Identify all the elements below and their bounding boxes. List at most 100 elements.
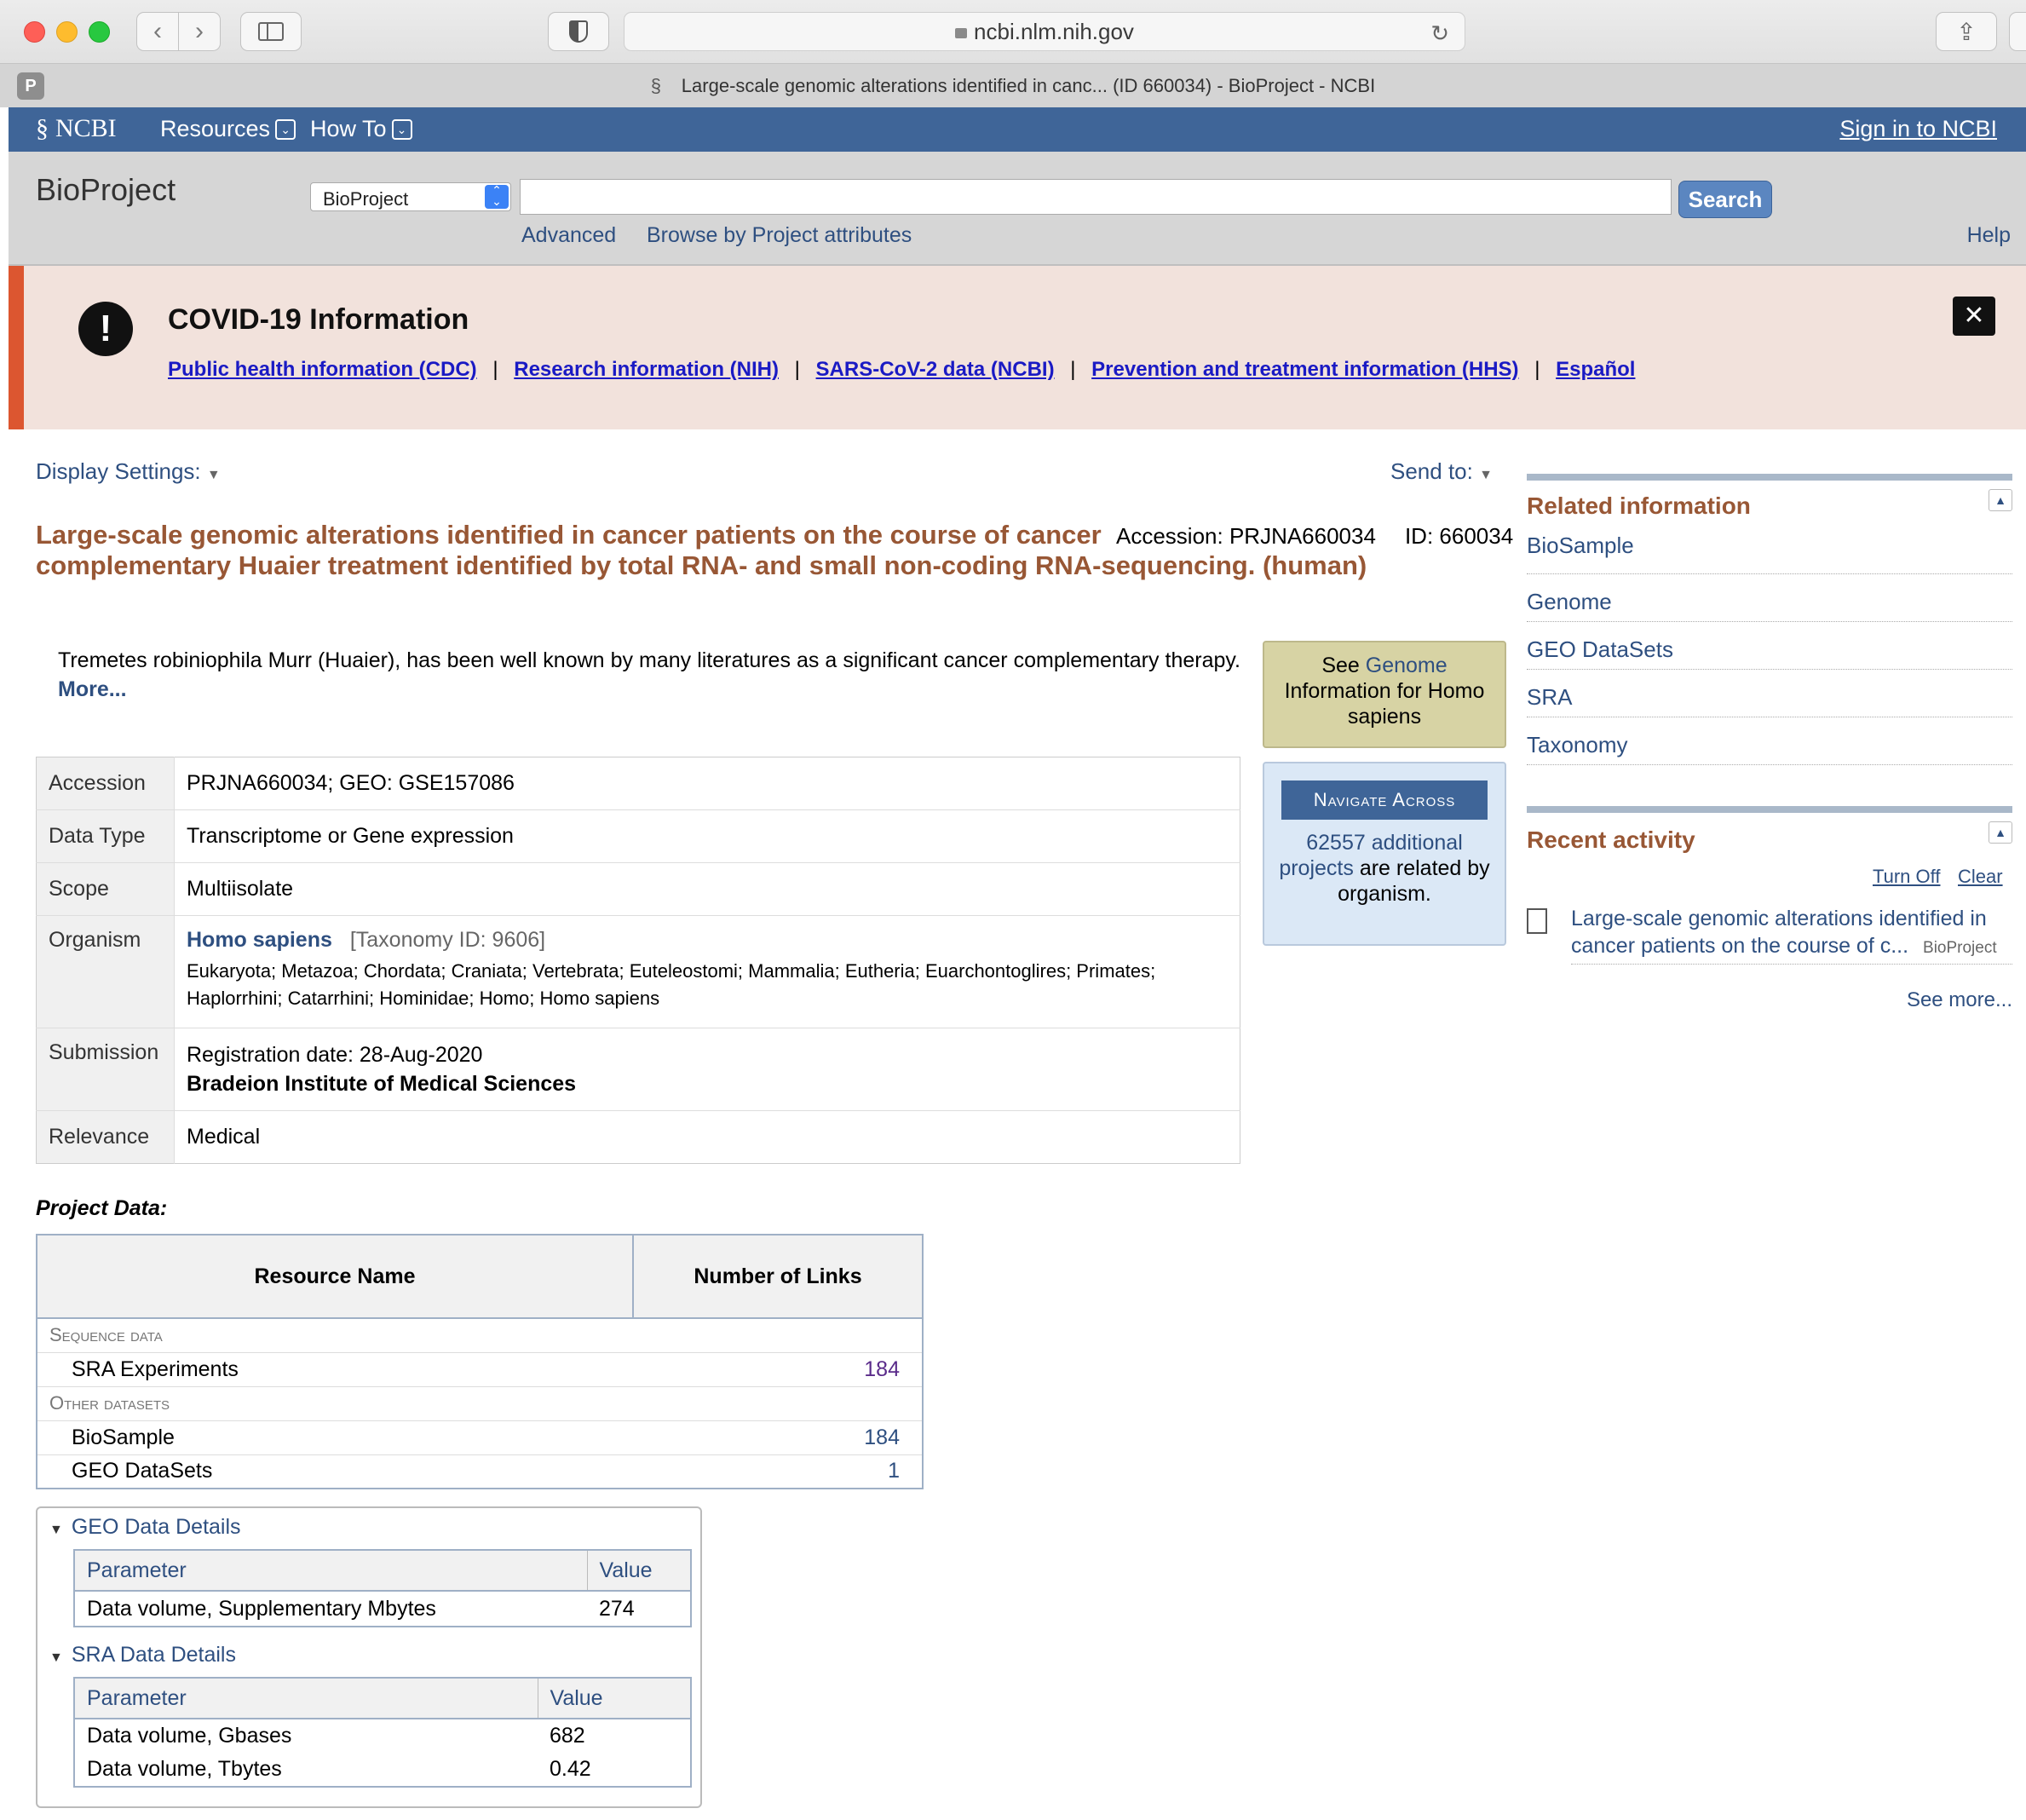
chevron-left-icon: ‹ [153, 17, 162, 45]
link-count[interactable]: 1 [633, 1454, 923, 1489]
address-text: ncbi.nlm.nih.gov [974, 18, 1134, 44]
signin-link[interactable]: Sign in to NCBI [1839, 116, 1997, 142]
ncbi-navbar: § NCBI Resources ⌄ How To ⌄ Sign in to NCBI [9, 107, 2026, 152]
sra-details-table: Parameter Value Data volume, Gbases 682 … [73, 1677, 692, 1788]
project-details-table: Accession PRJNA660034; GEO: GSE157086 Da… [36, 757, 1240, 1164]
alert-icon: ! [78, 302, 133, 356]
link-divider: | [1534, 358, 1540, 381]
triangle-down-icon: ▼ [49, 1523, 63, 1537]
reload-icon[interactable]: ↻ [1430, 20, 1449, 47]
lock-icon [955, 28, 968, 38]
database-select[interactable]: BioProject ⌃ ⌄ [310, 182, 511, 211]
help-link[interactable]: Help [1967, 223, 2011, 248]
more-link[interactable]: More... [58, 677, 127, 701]
tab-strip: P § Large-scale genomic alterations iden… [0, 63, 2026, 107]
collapse-related-button[interactable]: ▲ [1989, 489, 2012, 511]
submitting-institute: Bradeion Institute of Medical Sciences [187, 1072, 577, 1096]
geo-details-toggle[interactable]: ▼ GEO Data Details [49, 1515, 241, 1540]
details-row-scope: Scope Multiisolate [36, 862, 1240, 916]
covid-link-ncbi[interactable]: SARS-CoV-2 data (NCBI) [816, 358, 1055, 381]
document-icon [1527, 908, 1547, 934]
privacy-report-button[interactable] [548, 12, 609, 51]
related-info-title: Related information [1527, 492, 1751, 519]
section-row: Sequence data [37, 1318, 923, 1352]
geo-details-table: Parameter Value Data volume, Supplementa… [73, 1549, 692, 1627]
related-link-taxonomy[interactable]: Taxonomy [1527, 717, 2012, 765]
send-to-menu[interactable]: Send to: ▼ [1390, 458, 1493, 485]
navigate-header: Navigate Across [1281, 780, 1488, 820]
covid-link-hhs[interactable]: Prevention and treatment information (HH… [1091, 358, 1518, 381]
table-row: BioSample 184 [37, 1420, 923, 1454]
caret-up-icon: ▲ [1994, 493, 2006, 507]
covid-banner: ! COVID-19 Information Public health inf… [9, 266, 2026, 429]
genome-info-box: See Genome Information for Homo sapiens [1263, 641, 1506, 748]
genome-link[interactable]: Genome [1366, 654, 1448, 677]
turn-off-link[interactable]: Turn Off [1873, 866, 1940, 888]
address-bar[interactable]: ncbi.nlm.nih.gov ↻ [624, 12, 1465, 51]
link-count[interactable]: 184 [633, 1420, 923, 1454]
back-button[interactable]: ‹ [136, 12, 179, 51]
minimize-window-button[interactable] [56, 21, 78, 43]
related-link-geo-datasets[interactable]: GEO DataSets [1527, 622, 2012, 670]
forward-button[interactable]: › [178, 12, 221, 51]
search-button[interactable]: Search [1678, 181, 1772, 218]
profile-badge[interactable]: P [17, 72, 44, 100]
sidebar-icon [258, 22, 284, 41]
browse-attributes-link[interactable]: Browse by Project attributes [647, 223, 912, 248]
search-input[interactable] [520, 179, 1672, 215]
project-data-header: Resource Name Number of Links [37, 1235, 923, 1318]
covid-link-cdc[interactable]: Public health information (CDC) [168, 358, 477, 381]
taxonomy-id: [Taxonomy ID: 9606] [349, 928, 546, 952]
covid-link-nih[interactable]: Research information (NIH) [514, 358, 779, 381]
related-link-sra[interactable]: SRA [1527, 670, 2012, 717]
data-details-panel: ▼ GEO Data Details Parameter Value Data v… [36, 1506, 702, 1808]
link-divider: | [794, 358, 800, 381]
caret-down-icon: ▼ [206, 468, 221, 482]
database-title: BioProject [36, 172, 176, 207]
chevron-down-icon: ⌄ [275, 119, 296, 140]
section-row: Other datasets [37, 1386, 923, 1420]
link-divider: | [1070, 358, 1076, 381]
search-bar: BioProject BioProject ⌃ ⌄ Search Advanced… [9, 152, 2026, 266]
covid-title: COVID-19 Information [168, 303, 469, 336]
link-count[interactable]: 184 [633, 1352, 923, 1386]
collapse-recent-button[interactable]: ▲ [1989, 821, 2012, 844]
clear-link[interactable]: Clear [1958, 866, 2003, 888]
howto-menu[interactable]: How To ⌄ [310, 116, 412, 142]
recent-activity-title: Recent activity [1527, 826, 1695, 853]
sra-details-toggle[interactable]: ▼ SRA Data Details [49, 1643, 236, 1667]
triangle-down-icon: ▼ [49, 1650, 63, 1665]
details-row-submission: Submission Registration date: 28-Aug-202… [36, 1028, 1240, 1111]
advanced-search-link[interactable]: Advanced [521, 223, 616, 248]
display-settings-menu[interactable]: Display Settings: ▼ [36, 458, 221, 485]
covid-link-espanol[interactable]: Español [1556, 358, 1635, 381]
project-data-table: Resource Name Number of Links Sequence d… [36, 1234, 924, 1489]
zoom-window-button[interactable] [89, 21, 110, 43]
shield-icon [569, 20, 588, 43]
details-row-organism: Organism Homo sapiens [Taxonomy ID: 9606… [36, 915, 1240, 1028]
related-link-biosample[interactable]: BioSample [1527, 527, 2012, 574]
see-more-link[interactable]: See more... [1907, 988, 2012, 1012]
organism-link[interactable]: Homo sapiens [187, 928, 332, 952]
related-link-genome[interactable]: Genome [1527, 574, 2012, 622]
close-banner-button[interactable]: ✕ [1953, 297, 1995, 336]
details-row-data-type: Data Type Transcriptome or Gene expressi… [36, 809, 1240, 863]
close-window-button[interactable] [24, 21, 45, 43]
chevron-right-icon: › [195, 17, 204, 45]
table-row: Data volume, Supplementary Mbytes 274 [87, 1596, 635, 1621]
recent-activity-item[interactable]: Large-scale genomic alterations identifi… [1571, 905, 2012, 965]
caret-up-icon: ▲ [1994, 826, 2006, 839]
details-row-accession: Accession PRJNA660034; GEO: GSE157086 [36, 757, 1240, 810]
ncbi-logo[interactable]: § NCBI [36, 114, 117, 143]
table-row: Data volume, Tbytes 0.42 [87, 1757, 591, 1781]
resource-name-header: Resource Name [37, 1235, 634, 1318]
tab-title[interactable]: Large-scale genomic alterations identifi… [682, 75, 1375, 97]
share-button[interactable]: ⇪ [1936, 12, 1997, 51]
organism-lineage: Eukaryota; Metazoa; Chordata; Craniata; … [187, 960, 1156, 1009]
resources-menu[interactable]: Resources ⌄ [160, 116, 296, 142]
tab-overview-button[interactable] [2009, 12, 2026, 51]
caret-down-icon: ▼ [1479, 468, 1493, 482]
covid-links: Public health information (CDC) | Resear… [168, 358, 1635, 382]
sidebar-toggle-button[interactable] [240, 12, 302, 51]
registration-date: Registration date: 28-Aug-2020 [187, 1043, 483, 1067]
